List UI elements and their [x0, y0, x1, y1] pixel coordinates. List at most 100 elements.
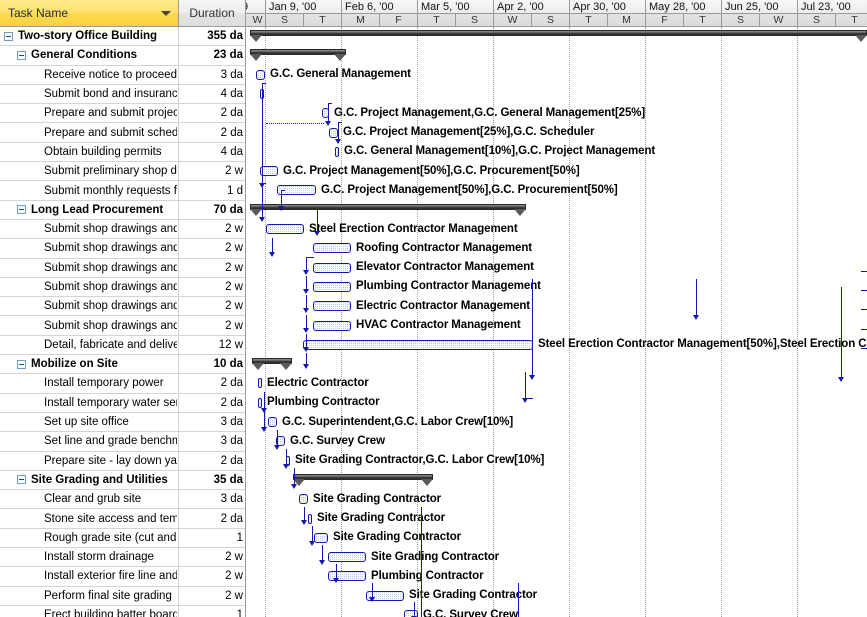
collapse-expand-icon[interactable]	[17, 475, 26, 484]
task-duration-cell[interactable]: 4 da	[179, 85, 246, 103]
task-name-cell[interactable]: Submit shop drawings and	[0, 239, 179, 257]
task-name-cell[interactable]: Submit shop drawings and	[0, 220, 179, 238]
task-bar[interactable]	[268, 417, 277, 427]
task-bar[interactable]	[313, 263, 351, 273]
task-name-cell[interactable]: Submit bond and insurance	[0, 85, 179, 103]
task-name-cell[interactable]: Submit shop drawings and	[0, 278, 179, 296]
column-header-duration[interactable]: Duration	[179, 0, 246, 27]
task-name-cell[interactable]: Submit shop drawings and	[0, 297, 179, 315]
task-row[interactable]: Submit shop drawings and2 w	[0, 278, 246, 297]
task-duration-cell[interactable]: 3 da	[179, 490, 246, 508]
task-duration-cell[interactable]: 3 da	[179, 432, 246, 450]
task-duration-cell[interactable]: 4 da	[179, 143, 246, 161]
task-row[interactable]: Erect building batter boards1	[0, 606, 246, 617]
task-duration-cell[interactable]: 1	[179, 529, 246, 547]
task-duration-cell[interactable]: 2 da	[179, 452, 246, 470]
task-name-cell[interactable]: Site Grading and Utilities	[0, 471, 179, 489]
task-duration-cell[interactable]: 3 da	[179, 413, 246, 431]
task-name-cell[interactable]: Detail, fabricate and deliver	[0, 336, 179, 354]
task-row[interactable]: Submit shop drawings and2 w	[0, 316, 246, 335]
summary-bar[interactable]	[252, 358, 292, 364]
task-duration-cell[interactable]: 2 w	[179, 162, 246, 180]
task-row[interactable]: Submit preliminary shop dra2 w	[0, 162, 246, 181]
task-duration-cell[interactable]: 1	[179, 606, 246, 617]
task-duration-cell[interactable]: 70 da	[179, 201, 246, 219]
summary-bar[interactable]	[250, 204, 526, 210]
task-duration-cell[interactable]: 3 da	[179, 66, 246, 84]
summary-bar[interactable]	[293, 474, 433, 480]
task-duration-cell[interactable]: 1 d	[179, 181, 246, 199]
task-duration-cell[interactable]: 355 da	[179, 27, 246, 45]
task-row[interactable]: Install temporary power2 da	[0, 374, 246, 393]
task-name-cell[interactable]: Set up site office	[0, 413, 179, 431]
task-name-cell[interactable]: Perform final site grading	[0, 587, 179, 605]
collapse-expand-icon[interactable]	[17, 360, 26, 369]
task-name-cell[interactable]: Prepare and submit project	[0, 104, 179, 122]
task-name-cell[interactable]: Install exterior fire line and b	[0, 567, 179, 585]
task-name-cell[interactable]: General Conditions	[0, 46, 179, 64]
summary-bar[interactable]	[250, 49, 346, 55]
task-bar[interactable]	[266, 224, 304, 234]
task-duration-cell[interactable]: 2 w	[179, 548, 246, 566]
task-bar[interactable]	[313, 301, 351, 311]
task-duration-cell[interactable]: 2 w	[179, 316, 246, 334]
task-row[interactable]: Prepare site - lay down yar2 da	[0, 452, 246, 471]
task-row[interactable]: Detail, fabricate and deliver12 w	[0, 336, 246, 355]
task-row[interactable]: Mobilize on Site10 da	[0, 355, 246, 374]
task-row[interactable]: Long Lead Procurement70 da	[0, 201, 246, 220]
task-row[interactable]: Site Grading and Utilities35 da	[0, 471, 246, 490]
task-name-cell[interactable]: Stone site access and temp	[0, 509, 179, 527]
task-duration-cell[interactable]: 2 da	[179, 104, 246, 122]
task-row[interactable]: Install exterior fire line and b2 w	[0, 567, 246, 586]
task-row[interactable]: Submit monthly requests fo1 d	[0, 181, 246, 200]
task-duration-cell[interactable]: 10 da	[179, 355, 246, 373]
task-bar[interactable]	[258, 378, 262, 388]
summary-bar[interactable]	[250, 30, 867, 36]
task-row[interactable]: Prepare and submit project2 da	[0, 104, 246, 123]
task-bar[interactable]	[329, 128, 338, 138]
task-row[interactable]: Two-story Office Building355 da	[0, 27, 246, 46]
task-bar[interactable]	[335, 147, 339, 157]
task-name-cell[interactable]: Mobilize on Site	[0, 355, 179, 373]
task-duration-cell[interactable]: 2 w	[179, 297, 246, 315]
task-row[interactable]: Submit shop drawings and2 w	[0, 220, 246, 239]
task-name-cell[interactable]: Install temporary power	[0, 374, 179, 392]
task-row[interactable]: Obtain building permits4 da	[0, 143, 246, 162]
collapse-expand-icon[interactable]	[17, 51, 26, 60]
task-row[interactable]: Receive notice to proceed a3 da	[0, 66, 246, 85]
task-bar[interactable]	[313, 243, 351, 253]
task-bar[interactable]	[303, 340, 533, 350]
task-name-cell[interactable]: Submit shop drawings and	[0, 316, 179, 334]
task-duration-cell[interactable]: 2 w	[179, 278, 246, 296]
task-row[interactable]: Rough grade site (cut and f1	[0, 529, 246, 548]
task-duration-cell[interactable]: 2 w	[179, 567, 246, 585]
task-bar[interactable]	[314, 533, 328, 543]
task-row[interactable]: Prepare and submit schedu2 da	[0, 123, 246, 142]
collapse-expand-icon[interactable]	[17, 205, 26, 214]
task-duration-cell[interactable]: 23 da	[179, 46, 246, 64]
task-name-cell[interactable]: Prepare site - lay down yar	[0, 452, 179, 470]
task-duration-cell[interactable]: 2 w	[179, 259, 246, 277]
task-duration-cell[interactable]: 35 da	[179, 471, 246, 489]
task-row[interactable]: Clear and grub site3 da	[0, 490, 246, 509]
task-row[interactable]: Set up site office3 da	[0, 413, 246, 432]
task-name-cell[interactable]: Submit preliminary shop dra	[0, 162, 179, 180]
task-bar[interactable]	[299, 494, 308, 504]
task-bar[interactable]	[308, 514, 312, 524]
column-header-task-name[interactable]: Task Name	[0, 0, 179, 27]
task-bar[interactable]	[256, 70, 265, 80]
collapse-expand-icon[interactable]	[4, 32, 13, 41]
task-name-cell[interactable]: Erect building batter boards	[0, 606, 179, 617]
task-name-cell[interactable]: Two-story Office Building	[0, 27, 179, 45]
task-name-cell[interactable]: Clear and grub site	[0, 490, 179, 508]
task-row[interactable]: Set line and grade benchma3 da	[0, 432, 246, 451]
task-bar[interactable]	[258, 398, 262, 408]
task-row[interactable]: Stone site access and temp2 da	[0, 509, 246, 528]
task-duration-cell[interactable]: 2 da	[179, 374, 246, 392]
task-row[interactable]: Submit shop drawings and2 w	[0, 239, 246, 258]
task-duration-cell[interactable]: 2 da	[179, 509, 246, 527]
task-name-cell[interactable]: Long Lead Procurement	[0, 201, 179, 219]
task-duration-cell[interactable]: 12 w	[179, 336, 246, 354]
task-duration-cell[interactable]: 2 w	[179, 587, 246, 605]
task-name-cell[interactable]: Rough grade site (cut and f	[0, 529, 179, 547]
